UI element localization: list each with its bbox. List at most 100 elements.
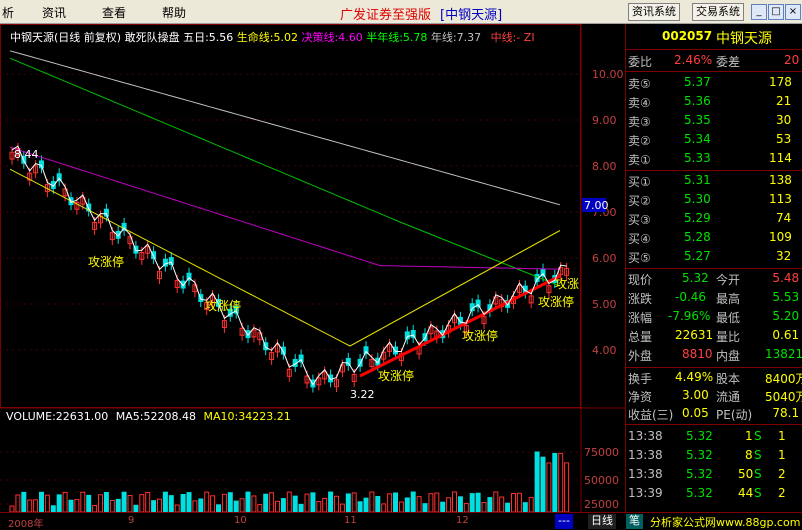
stat-row: 总量 22631 量比 0.61	[626, 327, 802, 345]
volume-bar	[133, 504, 139, 512]
life-line-legend: 生命线:5.02	[236, 31, 298, 44]
volume-bar	[440, 501, 446, 512]
volume-bar	[233, 500, 239, 512]
stat-label: 净资	[628, 390, 653, 404]
stat-value: 13821	[765, 347, 802, 361]
ask-price: 5.33	[684, 151, 711, 165]
volume-bar	[192, 500, 198, 512]
volume-bar	[534, 451, 540, 512]
tab-daily[interactable]: 日线	[588, 514, 616, 529]
volume-bar	[168, 495, 174, 512]
candle-body	[393, 346, 398, 355]
menu-help[interactable]: 帮助	[162, 4, 186, 21]
stat-row: 涨跌 -0.46 最高 5.53	[626, 289, 802, 307]
tick-time: 13:38	[628, 429, 663, 443]
bid-volume: 138	[769, 173, 792, 187]
volume-bar	[139, 494, 145, 512]
volume-bar	[286, 491, 292, 512]
kline-chart[interactable]: 10.00 9.00 8.00 7.00 6.00 5.00 4.00 75000 50000 2…	[0, 24, 625, 512]
stat-row: 净资 3.00 流通 5040万	[626, 387, 802, 405]
tick-count: 1	[778, 448, 786, 462]
stock-chart-name: 中钢天源(日线 前复权)	[10, 31, 122, 44]
decision-line-legend: 决策线:4.60	[301, 31, 363, 44]
period-switch-dash[interactable]: ---	[555, 514, 573, 529]
volume-bar	[80, 491, 86, 512]
volume-bar	[404, 497, 410, 512]
maximize-button[interactable]: □	[768, 4, 784, 20]
stat-label: 现价	[628, 273, 653, 287]
stat-row: 收益(三) 0.05 PE(动) 78.1	[626, 405, 802, 423]
tick-side: S	[754, 467, 762, 481]
stat-value: 22631	[675, 328, 714, 342]
minimize-button[interactable]: _	[751, 4, 767, 20]
stat-label: 最高	[716, 292, 741, 306]
ask-volume: 114	[769, 151, 792, 165]
menu-info[interactable]: 资讯	[42, 4, 66, 21]
volume-bar	[74, 499, 80, 512]
volume-bar	[469, 493, 475, 512]
ask-row: 卖⑤ 5.37 178	[626, 74, 802, 92]
volume-bar	[310, 492, 316, 512]
stat-value: 5.20	[772, 309, 800, 323]
volume-bar	[180, 493, 186, 512]
menu-analysis[interactable]: 析	[2, 4, 14, 21]
volume-bar	[522, 502, 528, 512]
stat-value: 3.00	[682, 388, 709, 402]
volume-bar	[564, 462, 570, 512]
year-line-legend: 年线:7.37	[430, 31, 482, 44]
volume-bar	[398, 501, 404, 512]
volume-bar	[375, 495, 381, 512]
stat-label: PE(动)	[716, 408, 753, 422]
stat-value: 8400万	[765, 372, 802, 386]
price-tick-label: 10.00	[592, 68, 624, 81]
volume-bar	[174, 504, 180, 512]
ask-label: 卖④	[628, 96, 651, 110]
limit-up-label: 攻涨停	[538, 294, 574, 309]
volume-bar	[528, 496, 534, 512]
time-label-10: 10	[234, 515, 247, 526]
tick-volume: 44	[738, 486, 754, 500]
tab-pen[interactable]: 笔	[626, 514, 643, 529]
zi-legend: ZI	[523, 31, 535, 44]
low-price-marker: 3.22	[350, 388, 375, 401]
info-system-button[interactable]: 资讯系统	[628, 3, 680, 21]
bid-price: 5.31	[684, 173, 711, 187]
volume-bar	[511, 493, 516, 512]
volume-bar	[221, 493, 227, 512]
volume-bar	[298, 503, 304, 512]
tick-price: 5.32	[686, 486, 713, 500]
volume-bar	[115, 498, 121, 512]
volume-bar	[493, 491, 499, 512]
stat-label: 收益(三)	[628, 408, 674, 422]
volume-bar	[339, 503, 345, 512]
volume-bar	[487, 497, 493, 512]
volume-bar	[558, 452, 564, 512]
trade-system-button[interactable]: 交易系统	[692, 3, 744, 21]
volume-bar	[186, 492, 192, 512]
chart-canvas[interactable]: 10.00 9.00 8.00 7.00 6.00 5.00 4.00 75000 50000 2…	[0, 24, 625, 512]
mid-line	[359, 274, 561, 378]
volume-value: VOLUME:22631.00	[6, 410, 109, 423]
volume-bar	[257, 504, 263, 512]
volume-bar	[393, 492, 398, 512]
volume-bar	[216, 504, 221, 512]
half-year-legend: 半年线:5.78	[366, 31, 428, 44]
volume-bar	[39, 491, 44, 512]
ask-row: 卖① 5.33 114	[626, 150, 802, 168]
stat-value: 0.05	[682, 406, 709, 420]
time-label-11: 11	[344, 515, 357, 526]
price-tick-label: 5.00	[592, 298, 617, 311]
volume-bar	[369, 491, 375, 512]
volume-bar	[21, 491, 27, 512]
indicator-legend: 中钢天源(日线 前复权) 敢死队操盘 五日:5.56 生命线:5.02 决策线:…	[10, 29, 535, 45]
stat-label: 股本	[716, 372, 741, 386]
quote-panel: 002057 中钢天源 委比 2.46% 委差 20 卖⑤ 5.37 178 卖④ 5.…	[625, 24, 802, 512]
menu-view[interactable]: 查看	[102, 4, 126, 21]
price-tick-label: 9.00	[592, 114, 617, 127]
volume-bar	[345, 493, 351, 512]
close-button[interactable]: ×	[785, 4, 801, 20]
time-label-9: 9	[128, 515, 135, 526]
stat-row: 现价 5.32 今开 5.48	[626, 270, 802, 288]
vol-ma10: MA10:34223.21	[203, 410, 291, 423]
bid-price: 5.30	[684, 192, 711, 206]
